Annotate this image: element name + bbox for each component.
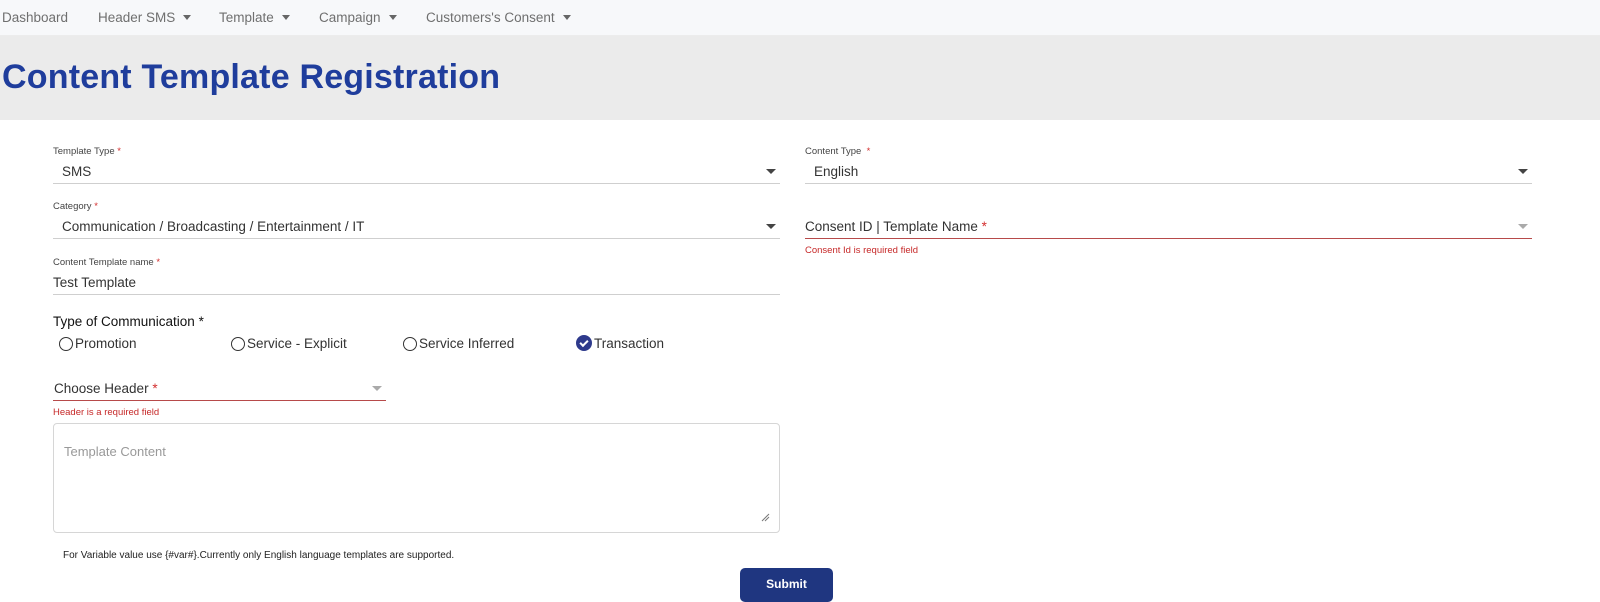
submit-button[interactable]: Submit bbox=[740, 568, 833, 602]
check-icon bbox=[579, 337, 589, 347]
nav-customers-consent-label: Customers's Consent bbox=[426, 10, 555, 25]
radio-promotion[interactable]: Promotion bbox=[59, 336, 137, 351]
page-header: Content Template Registration bbox=[0, 36, 1600, 120]
dropdown-arrow-icon bbox=[766, 169, 776, 174]
nav-campaign-label: Campaign bbox=[319, 10, 381, 25]
caret-down-icon bbox=[388, 15, 397, 20]
template-content-textarea[interactable] bbox=[53, 423, 780, 533]
header-error: Header is a required field bbox=[53, 407, 160, 418]
required-mark: * bbox=[117, 146, 121, 157]
content-template-name-label-text: Content Template name bbox=[53, 257, 154, 268]
radio-transaction[interactable]: Transaction bbox=[576, 335, 664, 351]
radio-unchecked-icon bbox=[59, 336, 73, 351]
nav-template[interactable]: Template bbox=[219, 10, 290, 25]
communication-type-heading: Type of Communication * bbox=[53, 314, 204, 329]
dropdown-arrow-icon bbox=[1518, 169, 1528, 174]
radio-service-explicit-label: Service - Explicit bbox=[247, 336, 347, 351]
radio-unchecked-icon bbox=[403, 336, 417, 351]
nav-template-label: Template bbox=[219, 10, 274, 25]
top-navbar: Dashboard Header SMS Template Campaign C… bbox=[0, 0, 1600, 36]
dropdown-arrow-icon bbox=[1518, 224, 1528, 229]
template-type-value: SMS bbox=[62, 163, 92, 179]
dropdown-arrow-icon bbox=[766, 224, 776, 229]
nav-campaign[interactable]: Campaign bbox=[319, 10, 397, 25]
variable-hint-text: For Variable value use {#var#}.Currently… bbox=[63, 550, 455, 561]
template-type-label-text: Template Type bbox=[53, 146, 115, 157]
dropdown-arrow-icon bbox=[372, 386, 382, 391]
radio-service-inferred-label: Service Inferred bbox=[419, 336, 515, 351]
consent-id-select[interactable]: Consent ID | Template Name * bbox=[805, 214, 1532, 239]
consent-id-error: Consent Id is required field bbox=[805, 245, 919, 256]
radio-service-explicit[interactable]: Service - Explicit bbox=[231, 336, 347, 351]
nav-dashboard[interactable]: Dashboard bbox=[2, 10, 68, 25]
page-title: Content Template Registration bbox=[2, 58, 501, 96]
required-mark: * bbox=[866, 146, 871, 157]
nav-header-sms-label: Header SMS bbox=[98, 10, 176, 25]
content-type-select[interactable]: English bbox=[805, 159, 1532, 184]
submit-button-label: Submit bbox=[766, 577, 807, 591]
nav-customers-consent[interactable]: Customers's Consent bbox=[426, 10, 571, 25]
category-select[interactable]: Communication / Broadcasting / Entertain… bbox=[53, 214, 780, 239]
template-type-label: Template Type * bbox=[53, 146, 121, 157]
category-value: Communication / Broadcasting / Entertain… bbox=[62, 218, 365, 234]
consent-id-label-text: Consent ID | Template Name bbox=[805, 218, 978, 234]
content-template-name-label: Content Template name * bbox=[53, 257, 160, 268]
caret-down-icon bbox=[281, 15, 290, 20]
consent-id-label: Consent ID | Template Name * bbox=[805, 219, 987, 234]
caret-down-icon bbox=[562, 15, 571, 20]
nav-dashboard-label: Dashboard bbox=[2, 10, 69, 25]
content-template-name-input[interactable] bbox=[53, 270, 780, 295]
radio-transaction-label: Transaction bbox=[594, 335, 665, 351]
nav-header-sms[interactable]: Header SMS bbox=[98, 10, 192, 25]
caret-down-icon bbox=[183, 15, 192, 20]
radio-checked-icon bbox=[576, 335, 592, 351]
category-label-text: Category bbox=[53, 201, 92, 212]
category-label: Category * bbox=[53, 201, 98, 212]
required-mark: * bbox=[981, 218, 987, 234]
resize-handle-icon[interactable] bbox=[760, 512, 770, 522]
content-type-label-text: Content Type bbox=[805, 146, 862, 157]
required-mark: * bbox=[152, 380, 158, 396]
radio-unchecked-icon bbox=[231, 336, 245, 351]
required-mark: * bbox=[94, 201, 98, 212]
required-mark: * bbox=[156, 257, 161, 268]
choose-header-label-text: Choose Header bbox=[54, 380, 149, 396]
content-type-value: English bbox=[814, 163, 859, 179]
template-type-select[interactable]: SMS bbox=[53, 159, 780, 184]
radio-service-inferred[interactable]: Service Inferred bbox=[403, 336, 514, 351]
choose-header-label: Choose Header * bbox=[53, 381, 158, 396]
choose-header-select[interactable]: Choose Header * bbox=[53, 376, 386, 401]
radio-promotion-label: Promotion bbox=[75, 336, 137, 351]
content-type-label: Content Type * bbox=[805, 146, 870, 157]
